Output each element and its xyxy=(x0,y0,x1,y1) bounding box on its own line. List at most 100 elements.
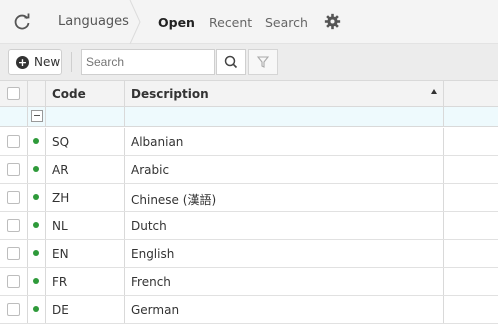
column-header-description-label: Description xyxy=(131,87,209,101)
row-select-cell xyxy=(0,212,28,239)
row-status-cell xyxy=(28,184,46,211)
code-value: NL xyxy=(52,219,68,233)
tab-search[interactable]: Search xyxy=(265,15,308,30)
filter-description-cell[interactable] xyxy=(125,107,444,126)
code-cell[interactable]: ZH xyxy=(46,184,125,211)
code-cell[interactable]: SQ xyxy=(46,128,125,155)
description-value: Albanian xyxy=(131,135,184,149)
grid-header: Code Description xyxy=(0,80,498,107)
row-filler xyxy=(444,296,498,323)
toolbar-divider xyxy=(71,52,72,72)
row-select-cell xyxy=(0,240,28,267)
row-filler xyxy=(444,184,498,211)
row-checkbox[interactable] xyxy=(7,219,20,232)
tab-open[interactable]: Open xyxy=(158,15,195,30)
row-filler xyxy=(444,128,498,155)
code-cell[interactable]: AR xyxy=(46,156,125,183)
status-dot-icon xyxy=(33,194,39,200)
gear-icon[interactable] xyxy=(324,13,341,30)
row-filler xyxy=(444,240,498,267)
row-status-cell xyxy=(28,296,46,323)
description-cell[interactable]: English xyxy=(125,240,444,267)
status-dot-icon xyxy=(33,138,39,144)
row-status-cell xyxy=(28,128,46,155)
description-cell[interactable]: Dutch xyxy=(125,212,444,239)
collapse-icon[interactable] xyxy=(31,110,43,122)
refresh-icon[interactable] xyxy=(12,12,32,32)
description-value: English xyxy=(131,247,175,261)
row-status-cell xyxy=(28,268,46,295)
code-value: AR xyxy=(52,163,69,177)
table-row[interactable]: SQ Albanian xyxy=(0,128,498,156)
filter-icon xyxy=(256,56,270,68)
code-cell[interactable]: EN xyxy=(46,240,125,267)
description-cell[interactable]: Albanian xyxy=(125,128,444,155)
description-cell[interactable]: French xyxy=(125,268,444,295)
code-value: FR xyxy=(52,275,68,289)
row-checkbox[interactable] xyxy=(7,247,20,260)
header-select-cell xyxy=(0,81,28,106)
description-cell[interactable]: Chinese (漢語) xyxy=(125,184,444,211)
description-value: French xyxy=(131,275,171,289)
header-status-cell xyxy=(28,81,46,106)
row-status-cell xyxy=(28,156,46,183)
search-button[interactable] xyxy=(216,49,246,75)
row-select-cell xyxy=(0,184,28,211)
status-dot-icon xyxy=(33,278,39,284)
row-checkbox[interactable] xyxy=(7,191,20,204)
code-value: SQ xyxy=(52,135,70,149)
sort-ascending-icon xyxy=(431,89,437,94)
top-nav: Languages Open Recent Search xyxy=(0,0,498,44)
grid-filter-row xyxy=(0,107,498,127)
description-cell[interactable]: German xyxy=(125,296,444,323)
filter-row-select-cell xyxy=(0,107,28,126)
search-input[interactable] xyxy=(81,49,215,75)
row-select-cell xyxy=(0,156,28,183)
row-filler xyxy=(444,156,498,183)
filter-filler xyxy=(444,107,498,126)
row-checkbox[interactable] xyxy=(7,163,20,176)
description-cell[interactable]: Arabic xyxy=(125,156,444,183)
description-value: Chinese (漢語) xyxy=(131,193,217,207)
row-checkbox[interactable] xyxy=(7,135,20,148)
row-select-cell xyxy=(0,268,28,295)
tab-recent[interactable]: Recent xyxy=(209,15,252,30)
column-header-code[interactable]: Code xyxy=(46,81,125,106)
row-checkbox[interactable] xyxy=(7,275,20,288)
new-button-label: New xyxy=(34,55,61,69)
row-select-cell xyxy=(0,128,28,155)
select-all-checkbox[interactable] xyxy=(7,87,20,100)
status-dot-icon xyxy=(33,222,39,228)
filter-code-cell[interactable] xyxy=(46,107,125,126)
row-select-cell xyxy=(0,296,28,323)
search-icon xyxy=(224,55,238,69)
plus-icon: + xyxy=(16,56,29,69)
column-header-description[interactable]: Description xyxy=(125,81,444,106)
row-filler xyxy=(444,212,498,239)
breadcrumb[interactable]: Languages xyxy=(58,14,129,29)
code-value: DE xyxy=(52,303,69,317)
column-header-code-label: Code xyxy=(52,87,86,101)
table-row[interactable]: EN English xyxy=(0,240,498,268)
row-filler xyxy=(444,268,498,295)
filter-button[interactable] xyxy=(248,49,278,75)
table-row[interactable]: ZH Chinese (漢語) xyxy=(0,184,498,212)
breadcrumb-separator xyxy=(129,0,141,44)
code-value: EN xyxy=(52,247,69,261)
status-dot-icon xyxy=(33,166,39,172)
code-cell[interactable]: FR xyxy=(46,268,125,295)
table-row[interactable]: NL Dutch xyxy=(0,212,498,240)
code-cell[interactable]: NL xyxy=(46,212,125,239)
status-dot-icon xyxy=(33,250,39,256)
row-status-cell xyxy=(28,240,46,267)
table-row[interactable]: FR French xyxy=(0,268,498,296)
header-filler xyxy=(444,81,498,106)
table-row[interactable]: AR Arabic xyxy=(0,156,498,184)
description-value: Arabic xyxy=(131,163,170,177)
code-value: ZH xyxy=(52,191,70,205)
new-button[interactable]: + New xyxy=(8,49,62,75)
row-checkbox[interactable] xyxy=(7,303,20,316)
code-cell[interactable]: DE xyxy=(46,296,125,323)
description-value: Dutch xyxy=(131,219,167,233)
toolbar: + New xyxy=(0,44,498,80)
